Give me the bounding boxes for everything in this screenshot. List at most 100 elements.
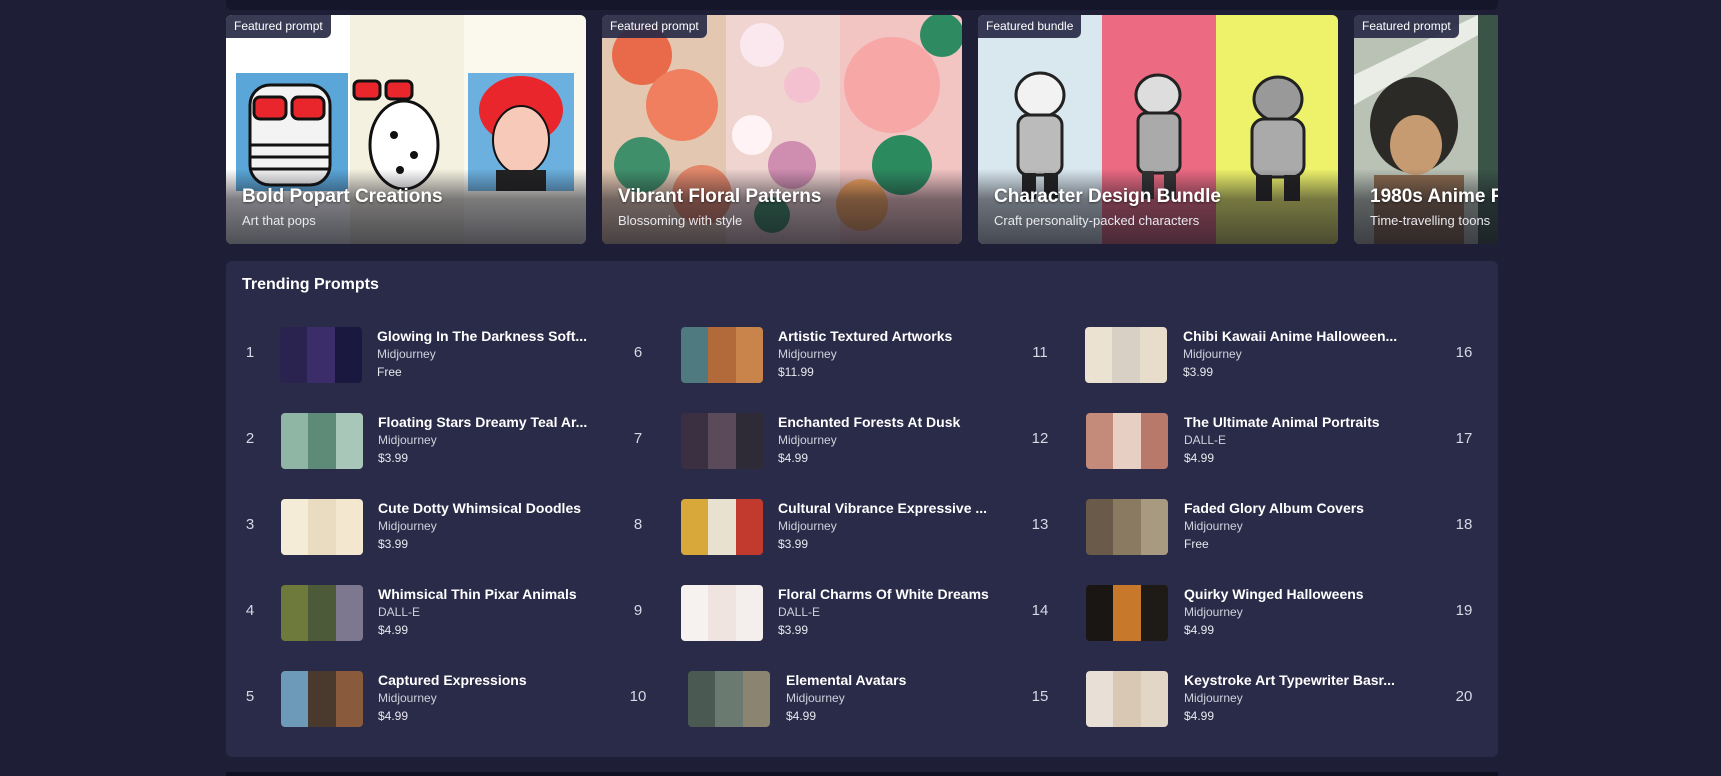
featured-tag: Featured bundle: [978, 15, 1082, 38]
trending-rank: 7: [633, 430, 643, 447]
prompt-thumbnail: [1086, 413, 1168, 469]
prompt-price: $4.99: [1184, 623, 1215, 637]
prompt-price: $11.99: [778, 365, 814, 379]
prompt-price: Free: [1184, 537, 1209, 551]
trending-item[interactable]: 9 Floral Charms Of White Dreams DALL-E $…: [626, 585, 1026, 641]
trending-rank: 8: [633, 516, 643, 533]
trending-rank: 16: [1455, 344, 1473, 361]
prompt-thumbnail: [1086, 585, 1168, 641]
prompt-thumbnail: [681, 327, 763, 383]
trending-rank: 19: [1455, 602, 1473, 619]
trending-rank: 1: [245, 344, 255, 361]
prompt-thumbnail: [681, 499, 763, 555]
prompt-model: Midjourney: [1184, 605, 1243, 619]
prompt-name: Keystroke Art Typewriter Basr...: [1184, 672, 1395, 688]
trending-rank: 11: [1032, 344, 1048, 361]
trending-rank: 9: [633, 602, 643, 619]
featured-card-popart[interactable]: Featured prompt Bold Popart Creations Ar…: [226, 15, 586, 244]
trending-rank: 5: [245, 688, 255, 705]
trending-rank: 3: [245, 516, 255, 533]
trending-item[interactable]: 14 Quirky Winged Halloweens Midjourney $…: [1026, 585, 1436, 641]
prompt-name: Cultural Vibrance Expressive ...: [778, 500, 988, 516]
featured-card-anime[interactable]: Featured prompt 1980s Anime Fan Time-tra…: [1354, 15, 1498, 244]
prompt-thumbnail: [281, 499, 363, 555]
prompt-model: Midjourney: [786, 691, 845, 705]
prompt-thumbnail: [681, 585, 763, 641]
trending-rank: 15: [1031, 688, 1049, 705]
featured-tag: Featured prompt: [1354, 15, 1459, 38]
featured-title: Character Design Bundle: [994, 186, 1221, 207]
prompt-price: $3.99: [778, 537, 809, 551]
trending-item[interactable]: 3 Cute Dotty Whimsical Doodles Midjourne…: [226, 499, 616, 555]
trending-rank: 14: [1031, 602, 1049, 619]
featured-card-character-bundle[interactable]: Featured bundle Character Design Bundle …: [978, 15, 1338, 244]
prompt-thumbnail: [688, 671, 770, 727]
featured-subtitle: Art that pops: [242, 213, 316, 228]
featured-title: Vibrant Floral Patterns: [618, 186, 822, 207]
prompt-thumbnail: [280, 327, 362, 383]
trending-rank: 13: [1031, 516, 1049, 533]
prompt-price: $4.99: [378, 709, 409, 723]
trending-item[interactable]: 6 Artistic Textured Artworks Midjourney …: [626, 327, 1026, 383]
prompt-thumbnail: [1086, 499, 1168, 555]
trending-item[interactable]: 15 Keystroke Art Typewriter Basr... Midj…: [1026, 671, 1436, 727]
prompt-model: Midjourney: [778, 519, 837, 533]
prompt-thumbnail: [1085, 327, 1167, 383]
prompt-price: $3.99: [378, 451, 409, 465]
prompt-name: Chibi Kawaii Anime Halloween...: [1183, 328, 1398, 344]
trending-item[interactable]: 5 Captured Expressions Midjourney $4.99: [226, 671, 616, 727]
prompt-name: Whimsical Thin Pixar Animals: [378, 586, 577, 602]
prompt-model: Midjourney: [377, 347, 436, 361]
trending-item[interactable]: 13 Faded Glory Album Covers Midjourney F…: [1026, 499, 1436, 555]
prompt-name: Cute Dotty Whimsical Doodles: [378, 500, 582, 516]
trending-rank: 17: [1455, 430, 1473, 447]
trending-item[interactable]: 11 Chibi Kawaii Anime Halloween... Midjo…: [1026, 327, 1436, 383]
prompt-name: Elemental Avatars: [786, 672, 907, 688]
trending-item[interactable]: 7 Enchanted Forests At Dusk Midjourney $…: [626, 413, 1026, 469]
trending-rank: 12: [1031, 430, 1049, 447]
featured-subtitle: Time-travelling toons: [1370, 213, 1491, 228]
prompt-name: The Ultimate Animal Portraits: [1184, 414, 1380, 430]
featured-tag: Featured prompt: [602, 15, 707, 38]
prompt-price: $4.99: [786, 709, 817, 723]
prompt-price: $3.99: [1183, 365, 1214, 379]
prompt-model: Midjourney: [1183, 347, 1242, 361]
prompt-name: Glowing In The Darkness Soft...: [377, 328, 588, 344]
prompt-thumbnail: [1086, 671, 1168, 727]
bottom-strip: [226, 772, 1498, 776]
featured-card-floral[interactable]: Featured prompt Vibrant Floral Patterns …: [602, 15, 962, 244]
trending-item[interactable]: 8 Cultural Vibrance Expressive ... Midjo…: [626, 499, 1026, 555]
trending-item[interactable]: 12 The Ultimate Animal Portraits DALL-E …: [1026, 413, 1436, 469]
trending-heading: Trending Prompts: [242, 276, 379, 293]
trending-rank: 10: [629, 688, 647, 705]
featured-carousel: Featured prompt Bold Popart Creations Ar…: [226, 15, 1498, 244]
prompt-model: DALL-E: [378, 605, 421, 619]
trending-item[interactable]: 4 Whimsical Thin Pixar Animals DALL-E $4…: [226, 585, 616, 641]
prompt-model: DALL-E: [778, 605, 821, 619]
prompt-model: Midjourney: [778, 433, 837, 447]
trending-rank: 6: [633, 344, 643, 361]
prompt-model: Midjourney: [378, 519, 437, 533]
prompt-thumbnail: [681, 413, 763, 469]
featured-subtitle: Blossoming with style: [618, 213, 743, 228]
trending-item[interactable]: 2 Floating Stars Dreamy Teal Ar... Midjo…: [226, 413, 616, 469]
trending-rank: 4: [245, 602, 255, 619]
prompt-model: Midjourney: [1184, 519, 1243, 533]
prompt-price: $3.99: [778, 623, 809, 637]
trending-item[interactable]: 10 Elemental Avatars Midjourney $4.99: [626, 671, 1026, 727]
top-bar: [226, 0, 1498, 10]
prompt-price: $3.99: [378, 537, 409, 551]
prompt-name: Captured Expressions: [378, 672, 527, 688]
prompt-name: Floating Stars Dreamy Teal Ar...: [378, 414, 588, 430]
prompt-name: Enchanted Forests At Dusk: [778, 414, 961, 430]
prompt-model: Midjourney: [1184, 691, 1243, 705]
prompt-thumbnail: [281, 585, 363, 641]
prompt-price: $4.99: [1184, 451, 1215, 465]
trending-item[interactable]: 1 Glowing In The Darkness Soft... Midjou…: [226, 327, 616, 383]
prompt-model: Midjourney: [778, 347, 837, 361]
featured-subtitle: Craft personality-packed characters: [994, 213, 1200, 228]
prompt-thumbnail: [281, 413, 363, 469]
prompt-thumbnail: [281, 671, 363, 727]
prompt-name: Quirky Winged Halloweens: [1184, 586, 1364, 602]
trending-rank: 18: [1455, 516, 1473, 533]
